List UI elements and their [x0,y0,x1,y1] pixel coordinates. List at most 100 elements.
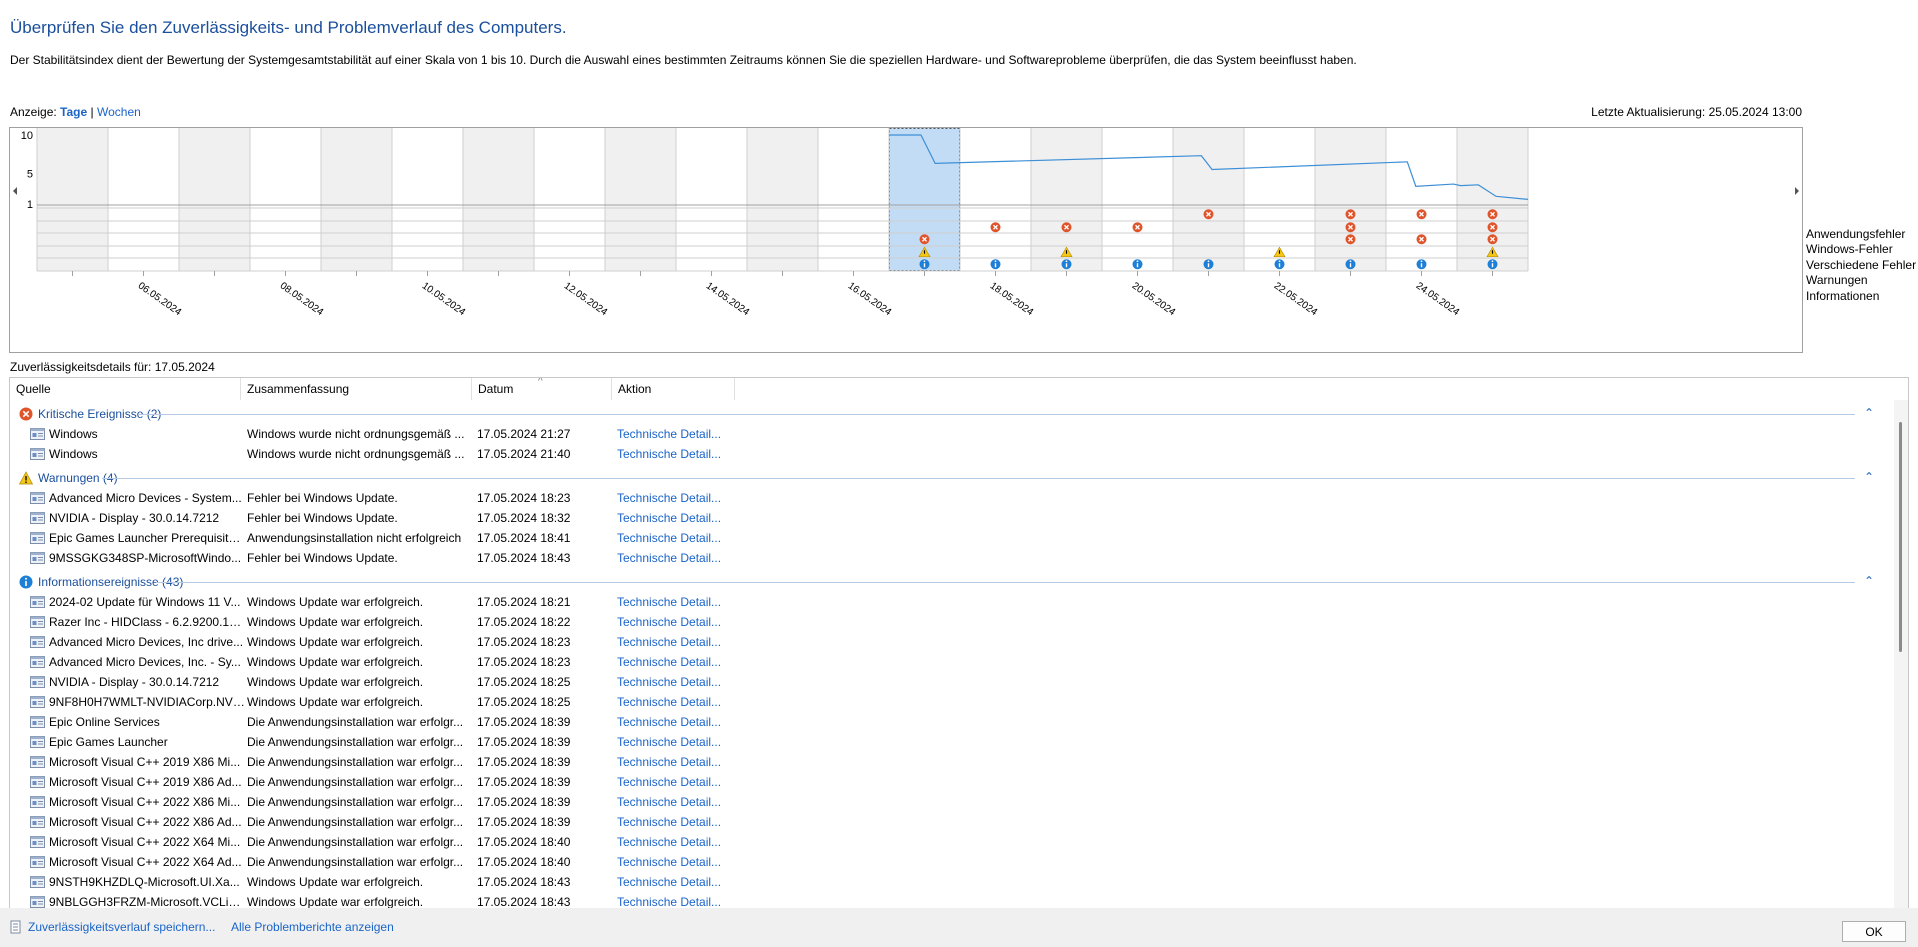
technical-details-link[interactable]: Technische Detail... [617,511,747,525]
x-tick-label: 14.05.2024 [704,280,752,318]
table-row[interactable]: 2024-02 Update für Windows 11 V... Window… [10,592,1885,612]
day-column[interactable] [392,128,463,271]
table-row[interactable]: 9NSTH9KHZDLQ-Microsoft.UI.Xa... Windows U… [10,872,1885,892]
day-column-shaded[interactable] [1173,128,1244,271]
table-row[interactable]: Advanced Micro Devices, Inc drive... Wind… [10,632,1885,652]
table-row[interactable]: Microsoft Visual C++ 2022 X64 Ad... Die A… [10,852,1885,872]
group-divider [156,582,1855,583]
day-column[interactable] [818,128,889,271]
event-row-icon [30,676,45,688]
table-row[interactable]: Advanced Micro Devices - System... Fehler… [10,488,1885,508]
critical-events-group[interactable]: Kritische Ereignisse (2) ⌃ [10,404,1885,424]
day-column-shaded[interactable] [605,128,676,271]
column-header-summary[interactable]: Zusammenfassung [241,378,472,400]
cell-summary: Windows wurde nicht ordnungsgemäß ... [247,447,465,461]
technical-details-link[interactable]: Technische Detail... [617,531,747,545]
view-days-link[interactable]: Tage [60,105,87,119]
table-row[interactable]: Microsoft Visual C++ 2022 X64 Mi... Die A… [10,832,1885,852]
column-header-source[interactable]: Quelle [10,378,241,400]
table-row[interactable]: Epic Games Launcher Prerequisite... Anwen… [10,528,1885,548]
technical-details-link[interactable]: Technische Detail... [617,715,747,729]
collapse-chevron-icon[interactable]: ⌃ [1864,470,1874,484]
y-tick-label: 1 [27,199,33,211]
day-column-shaded[interactable] [321,128,392,271]
day-column-shaded[interactable] [1315,128,1386,271]
save-history-link[interactable]: Zuverlässigkeitsverlauf speichern... [10,920,215,934]
table-row[interactable]: NVIDIA - Display - 30.0.14.7212 Windows U… [10,672,1885,692]
ok-button[interactable]: OK [1842,921,1906,942]
event-row-icon [30,836,45,848]
table-row[interactable]: Epic Games Launcher Die Anwendungsinstall… [10,732,1885,752]
event-row-icon [30,756,45,768]
reliability-chart-svg: 10 5 1 06.05.2024 08.05.2024 10.05.2024 12.05.… [13,128,1799,318]
event-row-icon [30,616,45,628]
technical-details-link[interactable]: Technische Detail... [617,551,747,565]
x-tick-label: 24.05.2024 [1414,280,1462,318]
cell-source: NVIDIA - Display - 30.0.14.7212 [49,511,220,525]
table-row[interactable]: Advanced Micro Devices, Inc. - Sy... Wind… [10,652,1885,672]
table-row[interactable]: 9NF8H0H7WMLT-NVIDIACorp.NVI... Windows Up… [10,692,1885,712]
technical-details-link[interactable]: Technische Detail... [617,755,747,769]
vertical-scrollbar[interactable] [1894,400,1908,909]
table-row[interactable]: Microsoft Visual C++ 2019 X86 Mi... Die A… [10,752,1885,772]
technical-details-link[interactable]: Technische Detail... [617,735,747,749]
technical-details-link[interactable]: Technische Detail... [617,795,747,809]
table-row[interactable]: Microsoft Visual C++ 2019 X86 Ad... Die A… [10,772,1885,792]
column-header-action[interactable]: Aktion [612,378,735,400]
all-reports-link[interactable]: Alle Problemberichte anzeigen [231,920,394,934]
day-column-shaded[interactable] [179,128,250,271]
cell-date: 17.05.2024 18:39 [477,775,571,789]
warnings-group[interactable]: Warnungen (4) ⌃ [10,468,1885,488]
scroll-left-icon[interactable] [13,187,17,195]
day-column[interactable] [1386,128,1457,271]
day-column[interactable] [676,128,747,271]
information-events-group[interactable]: Informationsereignisse (43) ⌃ [10,572,1885,592]
table-row[interactable]: Razer Inc - HIDClass - 6.2.9200.165... Wi… [10,612,1885,632]
scroll-right-icon[interactable] [1795,187,1799,195]
day-column-shaded[interactable] [463,128,534,271]
day-column[interactable] [534,128,605,271]
day-column[interactable] [250,128,321,271]
cell-source: 9NF8H0H7WMLT-NVIDIACorp.NVI... [49,695,245,709]
table-row[interactable]: NVIDIA - Display - 30.0.14.7212 Fehler be… [10,508,1885,528]
day-column-shaded[interactable] [747,128,818,271]
collapse-chevron-icon[interactable]: ⌃ [1864,574,1874,588]
technical-details-link[interactable]: Technische Detail... [617,447,747,461]
event-row-icon [30,696,45,708]
table-row[interactable]: Microsoft Visual C++ 2022 X86 Ad... Die A… [10,812,1885,832]
technical-details-link[interactable]: Technische Detail... [617,595,747,609]
technical-details-link[interactable]: Technische Detail... [617,815,747,829]
day-column[interactable] [108,128,179,271]
event-row-icon [30,876,45,888]
technical-details-link[interactable]: Technische Detail... [617,427,747,441]
scrollbar-thumb[interactable] [1899,422,1902,652]
event-row-icon [30,776,45,788]
table-row[interactable]: 9MSSGKG348SP-MicrosoftWindo... Fehler bei… [10,548,1885,568]
group-divider [102,478,1855,479]
collapse-chevron-icon[interactable]: ⌃ [1864,406,1874,420]
day-column-shaded[interactable] [37,128,108,271]
save-document-icon [10,920,21,934]
event-row-icon [30,636,45,648]
technical-details-link[interactable]: Technische Detail... [617,695,747,709]
technical-details-link[interactable]: Technische Detail... [617,635,747,649]
table-row[interactable]: Epic Online Services Die Anwendungsinstal… [10,712,1885,732]
technical-details-link[interactable]: Technische Detail... [617,775,747,789]
day-column[interactable] [960,128,1031,271]
technical-details-link[interactable]: Technische Detail... [617,855,747,869]
table-row[interactable]: Windows Windows wurde nicht ordnungsgemäß… [10,424,1885,444]
day-column[interactable] [1102,128,1173,271]
technical-details-link[interactable]: Technische Detail... [617,655,747,669]
view-weeks-link[interactable]: Wochen [97,105,141,119]
technical-details-link[interactable]: Technische Detail... [617,875,747,889]
technical-details-link[interactable]: Technische Detail... [617,675,747,689]
event-row-icon [30,596,45,608]
technical-details-link[interactable]: Technische Detail... [617,895,747,909]
technical-details-link[interactable]: Technische Detail... [617,615,747,629]
technical-details-link[interactable]: Technische Detail... [617,491,747,505]
table-row[interactable]: Windows Windows wurde nicht ordnungsgemäß… [10,444,1885,464]
cell-date: 17.05.2024 21:27 [477,427,571,441]
cell-source: Epic Online Services [49,715,160,729]
table-row[interactable]: Microsoft Visual C++ 2022 X86 Mi... Die A… [10,792,1885,812]
technical-details-link[interactable]: Technische Detail... [617,835,747,849]
